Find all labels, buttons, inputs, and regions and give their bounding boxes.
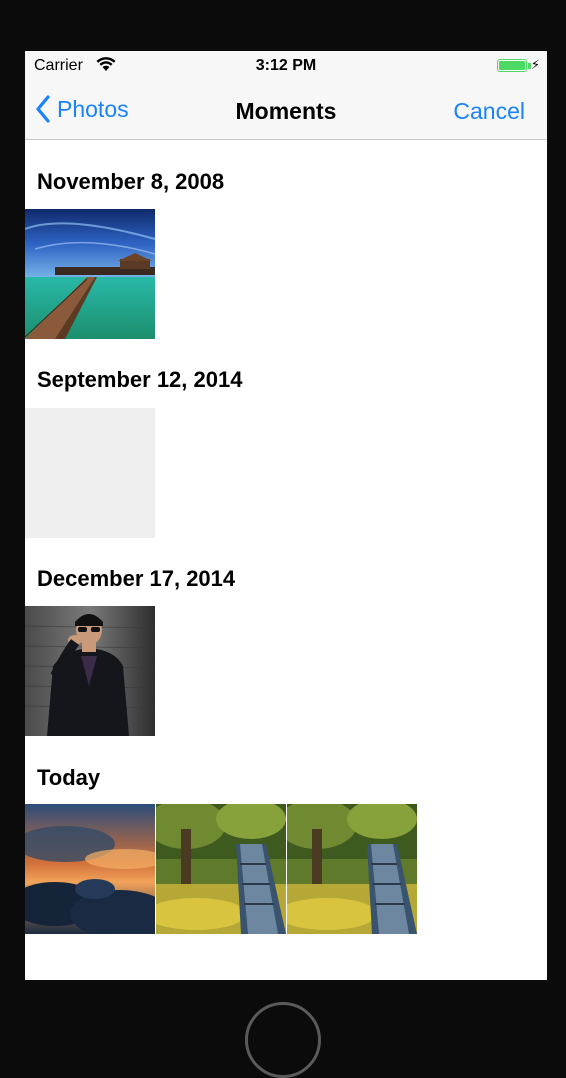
moment-date-header: November 8, 2008 <box>37 169 225 194</box>
photo-thumbnail-man[interactable] <box>25 606 155 736</box>
home-button[interactable] <box>245 1002 321 1078</box>
charging-bolt-icon: ⚡ <box>530 57 540 72</box>
cancel-button[interactable]: Cancel <box>453 98 525 125</box>
moment-date-header: September 12, 2014 <box>37 367 243 392</box>
photo-thumbnail-forest-road[interactable] <box>156 804 286 934</box>
photo-thumbnail-placeholder[interactable] <box>25 408 155 538</box>
navigation-bar: Photos Moments Cancel <box>25 81 547 140</box>
battery-level-fill <box>499 61 525 70</box>
photo-thumbnail-sunset[interactable] <box>25 804 155 934</box>
photo-thumbnail-forest-road[interactable] <box>287 804 417 934</box>
clock: 3:12 PM <box>255 57 317 74</box>
screen: Carrier 3:12 PM ⚡ Photos Moments Cancel … <box>25 51 547 980</box>
moment-date-header: Today <box>37 765 101 790</box>
status-bar: Carrier 3:12 PM ⚡ <box>25 51 547 81</box>
moment-date-header: December 17, 2014 <box>37 566 236 591</box>
battery-icon <box>497 59 527 72</box>
photo-thumbnail-pier[interactable] <box>25 209 155 339</box>
device-frame: Carrier 3:12 PM ⚡ Photos Moments Cancel … <box>0 0 566 1078</box>
